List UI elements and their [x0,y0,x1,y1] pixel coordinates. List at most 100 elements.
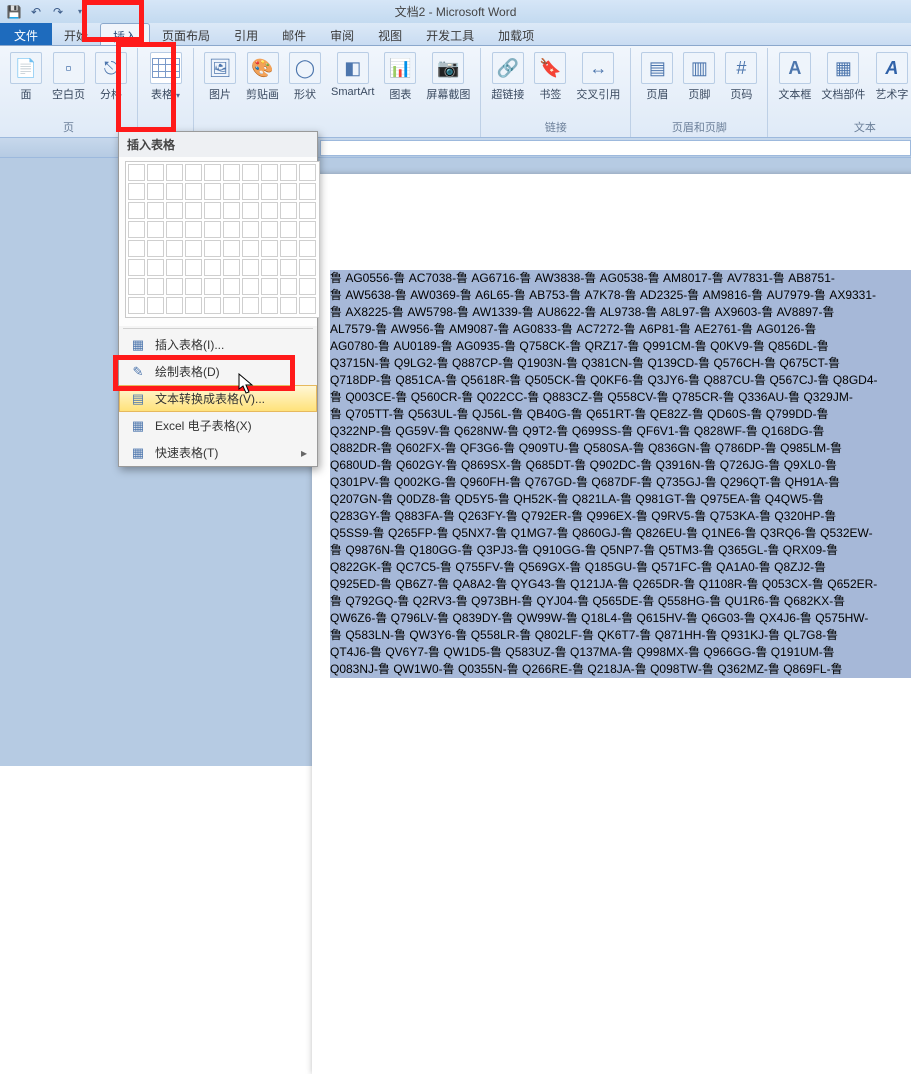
grid-cell[interactable] [242,259,259,276]
grid-cell[interactable] [166,183,183,200]
header-button[interactable]: ▤页眉 [637,50,677,104]
text-line[interactable]: 鲁 Q583LN-鲁 QW3Y6-鲁 Q558LR-鲁 Q802LF-鲁 QK6… [330,627,911,644]
grid-cell[interactable] [204,202,221,219]
text-line[interactable]: Q882DR-鲁 Q602FX-鲁 QF3G6-鲁 Q909TU-鲁 Q580S… [330,440,911,457]
blank-page-button[interactable]: ▫ 空白页 [48,50,89,104]
grid-cell[interactable] [280,164,297,181]
grid-cell[interactable] [242,164,259,181]
menu-text-to-table[interactable]: ▤ 文本转换成表格(V)... [119,385,317,412]
tab-review[interactable]: 审阅 [318,23,366,45]
cover-page-button[interactable]: 📄 面 [6,50,46,104]
horizontal-ruler[interactable] [320,140,911,156]
grid-cell[interactable] [147,278,164,295]
page-break-button[interactable]: ⎋ 分格 [91,50,131,104]
grid-cell[interactable] [204,297,221,314]
grid-cell[interactable] [147,183,164,200]
text-line[interactable]: Q822GK-鲁 QC7C5-鲁 Q755FV-鲁 Q569GX-鲁 Q185G… [330,559,911,576]
grid-cell[interactable] [204,240,221,257]
grid-cell[interactable] [299,278,316,295]
grid-cell[interactable] [147,259,164,276]
text-line[interactable]: 鲁 AX8225-鲁 AW5798-鲁 AW1339-鲁 AU8622-鲁 AL… [330,304,911,321]
grid-cell[interactable] [185,259,202,276]
grid-cell[interactable] [185,240,202,257]
screenshot-button[interactable]: 📷屏幕截图 [422,50,474,104]
grid-cell[interactable] [280,202,297,219]
grid-cell[interactable] [299,183,316,200]
grid-cell[interactable] [280,259,297,276]
grid-cell[interactable] [280,240,297,257]
hyperlink-button[interactable]: 🔗超链接 [487,50,528,104]
tab-mail[interactable]: 邮件 [270,23,318,45]
grid-cell[interactable] [166,297,183,314]
text-line[interactable]: QW6Z6-鲁 Q796LV-鲁 Q839DY-鲁 QW99W-鲁 Q18L4-… [330,610,911,627]
grid-cell[interactable] [299,202,316,219]
tab-dev[interactable]: 开发工具 [414,23,486,45]
grid-cell[interactable] [280,183,297,200]
grid-cell[interactable] [147,202,164,219]
tab-layout[interactable]: 页面布局 [150,23,222,45]
text-line[interactable]: Q925ED-鲁 QB6Z7-鲁 QA8A2-鲁 QYG43-鲁 Q121JA-… [330,576,911,593]
grid-cell[interactable] [166,259,183,276]
text-line[interactable]: Q718DP-鲁 Q851CA-鲁 Q5618R-鲁 Q505CK-鲁 Q0KF… [330,372,911,389]
grid-cell[interactable] [185,221,202,238]
grid-cell[interactable] [147,240,164,257]
shapes-button[interactable]: ◯形状 [285,50,325,104]
grid-cell[interactable] [185,202,202,219]
grid-cell[interactable] [128,164,145,181]
grid-cell[interactable] [261,221,278,238]
text-line[interactable]: Q207GN-鲁 Q0DZ8-鲁 QD5Y5-鲁 QH52K-鲁 Q821LA-… [330,491,911,508]
textbox-button[interactable]: A文本框 [774,50,815,104]
text-line[interactable]: 鲁 Q003CE-鲁 Q560CR-鲁 Q022CC-鲁 Q883CZ-鲁 Q5… [330,389,911,406]
save-icon[interactable]: 💾 [4,2,24,22]
tab-references[interactable]: 引用 [222,23,270,45]
text-line[interactable]: Q680UD-鲁 Q602GY-鲁 Q869SX-鲁 Q685DT-鲁 Q902… [330,457,911,474]
grid-cell[interactable] [299,221,316,238]
grid-cell[interactable] [223,183,240,200]
grid-cell[interactable] [223,202,240,219]
grid-cell[interactable] [242,183,259,200]
grid-cell[interactable] [166,221,183,238]
menu-excel-sheet[interactable]: ▦ Excel 电子表格(X) [119,412,317,439]
grid-cell[interactable] [185,183,202,200]
text-line[interactable]: Q283GY-鲁 Q883FA-鲁 Q263FY-鲁 Q792ER-鲁 Q996… [330,508,911,525]
grid-cell[interactable] [261,297,278,314]
quickparts-button[interactable]: ▦文档部件 [817,50,869,104]
menu-insert-table[interactable]: ▦ 插入表格(I)... [119,331,317,358]
grid-cell[interactable] [261,259,278,276]
grid-cell[interactable] [147,164,164,181]
grid-cell[interactable] [166,278,183,295]
grid-cell[interactable] [128,259,145,276]
text-line[interactable]: 鲁 Q705TT-鲁 Q563UL-鲁 QJ56L-鲁 QB40G-鲁 Q651… [330,406,911,423]
grid-cell[interactable] [280,297,297,314]
table-button[interactable]: 表格 ▾ [146,50,186,104]
menu-draw-table[interactable]: ✎ 绘制表格(D) [119,358,317,385]
grid-cell[interactable] [299,240,316,257]
grid-cell[interactable] [185,297,202,314]
grid-cell[interactable] [223,259,240,276]
text-line[interactable]: Q5SS9-鲁 Q265FP-鲁 Q5NX7-鲁 Q1MG7-鲁 Q860GJ-… [330,525,911,542]
grid-cell[interactable] [299,297,316,314]
grid-cell[interactable] [128,183,145,200]
grid-cell[interactable] [223,240,240,257]
qat-more-icon[interactable]: ▾ [70,2,90,22]
text-line[interactable]: QT4J6-鲁 QV6Y7-鲁 QW1D5-鲁 Q583UZ-鲁 Q137MA-… [330,644,911,661]
grid-cell[interactable] [204,259,221,276]
grid-cell[interactable] [223,164,240,181]
grid-cell[interactable] [299,259,316,276]
tab-insert[interactable]: 插入 [100,23,150,45]
grid-cell[interactable] [223,221,240,238]
tab-file[interactable]: 文件 [0,23,52,45]
grid-cell[interactable] [166,202,183,219]
grid-cell[interactable] [185,164,202,181]
grid-cell[interactable] [128,278,145,295]
text-line[interactable]: Q301PV-鲁 Q002KG-鲁 Q960FH-鲁 Q767GD-鲁 Q687… [330,474,911,491]
grid-cell[interactable] [261,183,278,200]
insert-table-grid[interactable] [119,157,317,326]
grid-cell[interactable] [242,278,259,295]
grid-cell[interactable] [204,221,221,238]
grid-cell[interactable] [280,278,297,295]
tab-view[interactable]: 视图 [366,23,414,45]
text-line[interactable]: 鲁 Q9876N-鲁 Q180GG-鲁 Q3PJ3-鲁 Q910GG-鲁 Q5N… [330,542,911,559]
chart-button[interactable]: 📊图表 [380,50,420,104]
grid-cell[interactable] [204,164,221,181]
